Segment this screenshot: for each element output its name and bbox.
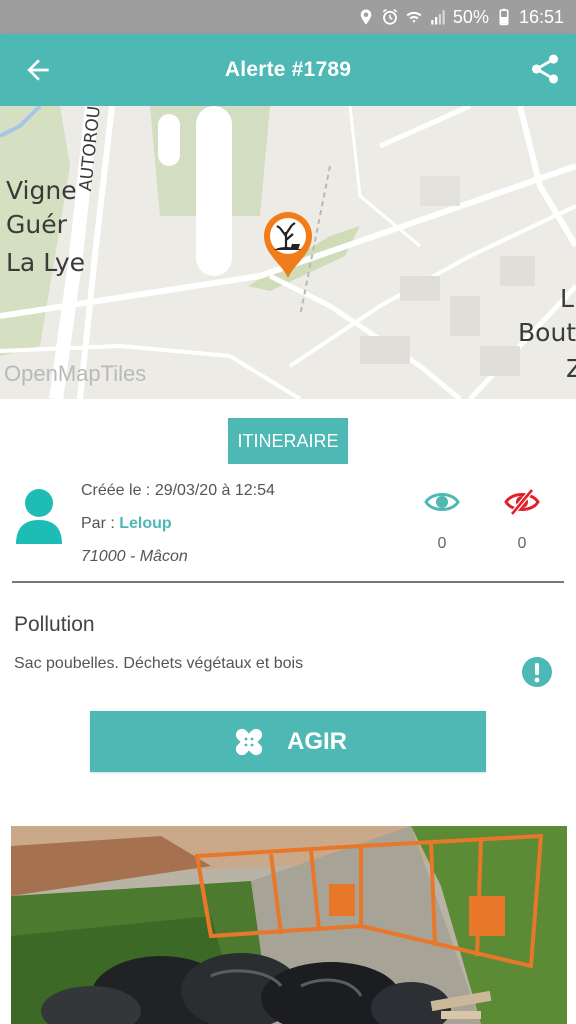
- itinerary-button[interactable]: ITINERAIRE: [228, 418, 348, 464]
- unseen-counter[interactable]: 0: [502, 488, 542, 553]
- map-label-guer: Guér: [6, 210, 67, 239]
- app-bar: Alerte #1789: [0, 34, 576, 106]
- signal-icon: [429, 8, 447, 26]
- alarm-icon: [381, 8, 399, 26]
- seen-count: 0: [437, 535, 447, 552]
- map-label-z: Z: [566, 354, 576, 383]
- unseen-count: 0: [517, 535, 527, 552]
- user-avatar-icon: [16, 489, 62, 544]
- alert-category: Pollution: [14, 613, 95, 636]
- alert-description: Sac poubelles. Déchets végétaux et bois: [14, 655, 304, 672]
- author-prefix: Par :: [81, 515, 120, 532]
- alert-location: 71000 - Mâcon: [81, 548, 188, 565]
- bandage-icon: [235, 728, 263, 755]
- page-title: Alerte #1789: [224, 58, 352, 81]
- act-button[interactable]: AGIR: [90, 711, 486, 772]
- act-button-label: AGIR: [287, 727, 347, 755]
- location-icon: [357, 8, 375, 26]
- seen-counter[interactable]: 0: [422, 488, 462, 553]
- alert-photo-image: [11, 826, 567, 1024]
- alert-meta: Créée le : 29/03/20 à 12:54 Par : Leloup…: [81, 482, 275, 581]
- alert-photo[interactable]: [11, 826, 567, 1024]
- divider: [12, 581, 564, 583]
- map-view[interactable]: Vigne Guér La Lye AUTOROU L Bout Z OpenM…: [0, 106, 576, 399]
- battery-icon: [495, 8, 513, 26]
- map-attribution: OpenMapTiles: [4, 361, 147, 386]
- map-label-la-lye: La Lye: [6, 248, 86, 277]
- share-icon[interactable]: [528, 52, 562, 86]
- arrow-left-icon[interactable]: [22, 54, 54, 86]
- wifi-icon: [405, 8, 423, 26]
- battery-percent: 50%: [452, 6, 489, 27]
- alert-marker-icon[interactable]: [262, 210, 314, 280]
- author-name[interactable]: Leloup: [119, 515, 171, 532]
- clock: 16:51: [518, 6, 564, 27]
- eye-icon: [424, 493, 460, 511]
- author-line: Par : Leloup: [81, 515, 275, 548]
- map-label-vigne: Vigne: [6, 176, 77, 205]
- map-label-l: L: [560, 284, 574, 313]
- map-label-bout: Bout: [518, 318, 576, 347]
- created-date: Créée le : 29/03/20 à 12:54: [81, 482, 275, 499]
- eye-slash-icon: [504, 488, 540, 516]
- status-bar: 50% 16:51: [0, 0, 576, 34]
- report-exclamation-icon[interactable]: [521, 656, 553, 688]
